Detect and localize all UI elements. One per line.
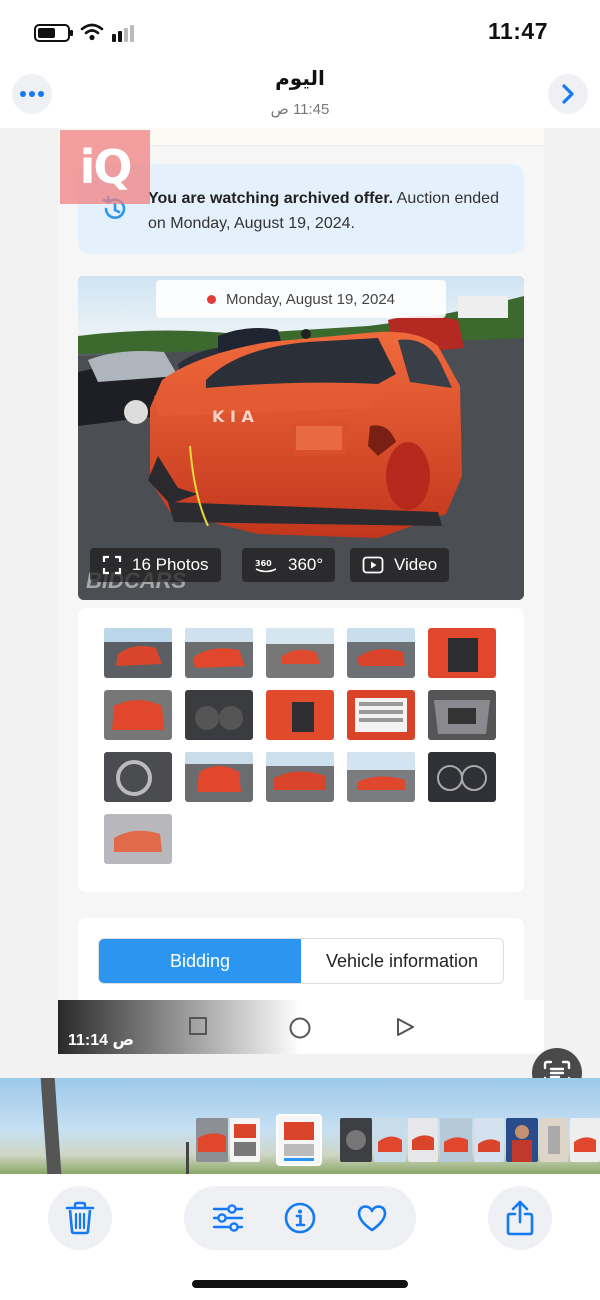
filmstrip-thumbnail[interactable]	[506, 1118, 538, 1162]
filmstrip-thumbnail[interactable]	[570, 1118, 600, 1162]
thumbnail[interactable]	[185, 628, 253, 678]
home-circle-icon	[289, 1017, 311, 1039]
photo-filmstrip[interactable]	[0, 1078, 600, 1174]
video-label: Video	[394, 555, 438, 574]
details-tabs: Bidding Vehicle information	[98, 938, 504, 984]
thumbnail[interactable]	[104, 690, 172, 740]
svg-text:360: 360	[255, 559, 272, 568]
cellular-signal-icon	[112, 24, 134, 42]
filmstrip-thumbnail[interactable]	[374, 1118, 406, 1162]
archive-text: You are watching archived offer. Auction…	[148, 186, 504, 236]
thumbnail[interactable]	[347, 752, 415, 802]
archive-text-bold: You are watching archived offer.	[148, 190, 394, 207]
recents-icon	[189, 1017, 207, 1035]
car-main-photo[interactable]: K I A Monday, August 19, 2024 BIDCARS 16…	[78, 276, 524, 600]
photo-viewer[interactable]: You are watching archived offer. Auction…	[0, 128, 600, 1078]
filmstrip-thumbnail-selected[interactable]	[276, 1114, 322, 1166]
photos-header: اليوم 11:45 ص	[0, 62, 600, 128]
edit-button[interactable]	[212, 1202, 244, 1234]
info-button[interactable]	[284, 1202, 316, 1234]
header-subtitle: 11:45 ص	[270, 101, 330, 118]
photo-thumbnail-grid	[78, 608, 524, 892]
fullscreen-icon	[102, 555, 122, 575]
tab-bidding[interactable]: Bidding	[99, 939, 301, 983]
toolbar-actions-group	[184, 1186, 416, 1250]
trash-icon	[65, 1201, 95, 1235]
photo-toolbar	[0, 1174, 600, 1300]
back-triangle-icon	[397, 1018, 414, 1036]
view360-label: 360°	[288, 555, 324, 574]
view360-button[interactable]: 360 360°	[242, 548, 336, 582]
thumbnail[interactable]	[347, 690, 415, 740]
live-text-icon	[543, 1060, 571, 1078]
home-indicator[interactable]	[192, 1280, 408, 1288]
thumbnail[interactable]	[266, 628, 334, 678]
thumbnail[interactable]	[428, 628, 496, 678]
thumbnail[interactable]	[266, 690, 334, 740]
video-button[interactable]: Video	[350, 548, 450, 582]
tab-vehicle-information[interactable]: Vehicle information	[301, 939, 503, 983]
delete-button[interactable]	[48, 1186, 112, 1250]
android-navigation-bar: 11:14 ص	[58, 1000, 544, 1054]
filmstrip-thumbnail[interactable]	[340, 1118, 372, 1162]
wifi-icon	[80, 23, 104, 41]
status-bar: 11:47	[0, 0, 600, 62]
next-button[interactable]	[548, 74, 588, 114]
photos-button[interactable]: 16 Photos	[90, 548, 221, 582]
filmstrip-thumbnail[interactable]	[230, 1118, 260, 1162]
photos-count: 16 Photos	[132, 555, 209, 574]
status-dot-icon	[206, 294, 216, 304]
thumbnail[interactable]	[266, 752, 334, 802]
battery-icon	[34, 24, 73, 42]
thumbnail[interactable]	[185, 752, 253, 802]
filmstrip-background-pole-small	[186, 1142, 189, 1174]
thumbnail[interactable]	[104, 628, 172, 678]
svg-text:K I A: K I A	[212, 407, 254, 426]
filmstrip-thumbnail[interactable]	[196, 1118, 228, 1162]
thumbnail[interactable]	[428, 752, 496, 802]
iq-watermark-logo: iQ	[60, 130, 150, 204]
header-title: اليوم	[275, 68, 325, 90]
thumbnail[interactable]	[104, 814, 172, 864]
screenshot-image: You are watching archived offer. Auction…	[58, 128, 544, 1054]
filmstrip-background-pole	[40, 1078, 62, 1174]
heart-icon	[357, 1205, 387, 1232]
auction-date: Monday, August 19, 2024	[225, 290, 395, 308]
share-button[interactable]	[488, 1186, 552, 1250]
chevron-right-icon	[562, 84, 574, 104]
status-time: 11:47	[487, 18, 548, 44]
view-360-icon: 360	[255, 559, 277, 573]
ellipsis-icon	[20, 91, 44, 97]
thumbnail[interactable]	[185, 690, 253, 740]
filmstrip-thumbnail[interactable]	[540, 1118, 568, 1162]
overlay-timestamp: 11:14 ص	[68, 1032, 135, 1049]
thumbnail[interactable]	[428, 690, 496, 740]
filmstrip-thumbnail[interactable]	[408, 1118, 438, 1162]
sliders-icon	[212, 1204, 244, 1232]
play-video-icon	[362, 556, 384, 574]
auction-date-pill: Monday, August 19, 2024	[156, 280, 446, 318]
filmstrip-thumbnail[interactable]	[440, 1118, 472, 1162]
thumbnail[interactable]	[104, 752, 172, 802]
filmstrip-thumbnail[interactable]	[474, 1118, 504, 1162]
thumbnail[interactable]	[347, 628, 415, 678]
favorite-button[interactable]	[356, 1202, 388, 1234]
info-icon	[284, 1202, 316, 1234]
share-icon	[506, 1200, 534, 1236]
